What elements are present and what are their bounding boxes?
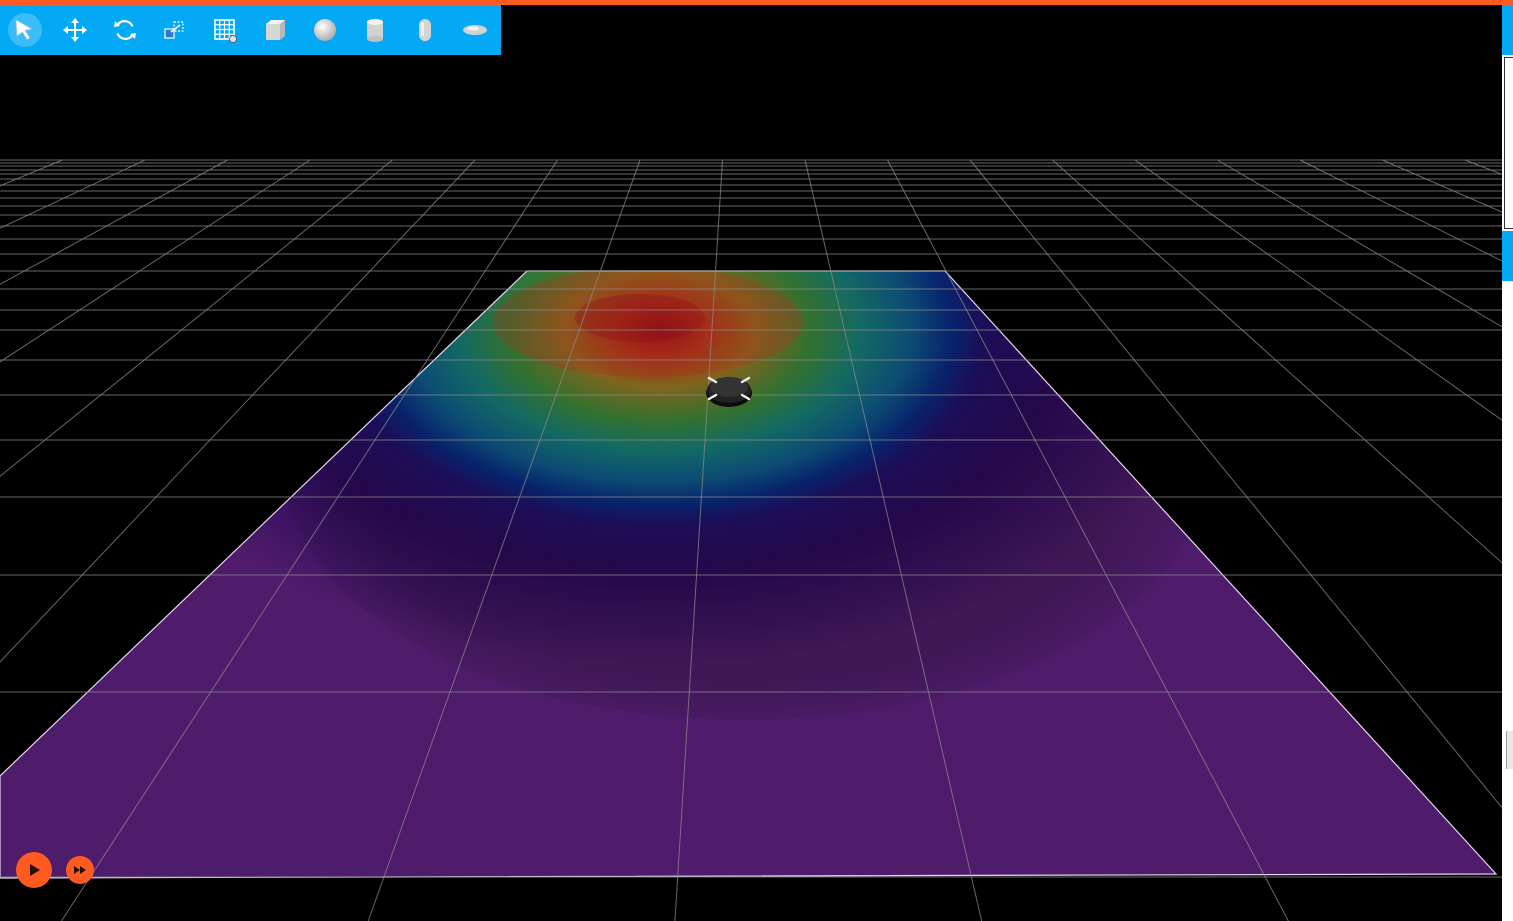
capsule-shape-button[interactable] [400,5,450,55]
side-panel-edge [1502,5,1513,921]
grid-icon [214,19,237,43]
robot-marker[interactable] [706,376,752,407]
sphere-shape-button[interactable] [300,5,350,55]
rotate-tool-button[interactable] [100,5,150,55]
side-panel-header-secondary[interactable] [1502,231,1513,281]
select-tool-highlight [8,13,42,47]
toolbar [0,5,501,55]
select-tool-button[interactable] [0,5,50,55]
side-panel-header[interactable] [1502,5,1513,55]
scale-tool-button[interactable] [150,5,200,55]
capsule-shape-icon [419,19,431,41]
heatmap-plane [0,270,1498,879]
side-panel-tab[interactable] [1506,731,1513,769]
box-shape-icon [266,20,285,40]
rotate-icon [114,20,136,40]
cylinder-shape-icon [367,19,383,42]
scene-canvas[interactable] [0,5,1502,921]
pointer-arrow-icon [15,19,34,41]
box-shape-button[interactable] [250,5,300,55]
simulator-window [0,0,1513,921]
cylinder-shape-button[interactable] [350,5,400,55]
ellipsoid-shape-icon [463,25,487,35]
3d-viewport[interactable] [0,5,1502,921]
scale-box-icon [164,21,184,39]
side-panel-content [1504,57,1513,229]
grid-tool-button[interactable] [200,5,250,55]
translate-tool-button[interactable] [50,5,100,55]
fast-forward-button[interactable] [66,856,94,884]
grid-line-radial [1464,159,1502,175]
ellipsoid-shape-button[interactable] [450,5,500,55]
playback-controls [16,852,94,888]
play-icon [30,864,40,876]
play-button[interactable] [16,852,52,888]
move-arrows-icon [63,18,87,42]
fast-forward-icon [74,866,86,874]
sphere-shape-icon [314,19,336,41]
